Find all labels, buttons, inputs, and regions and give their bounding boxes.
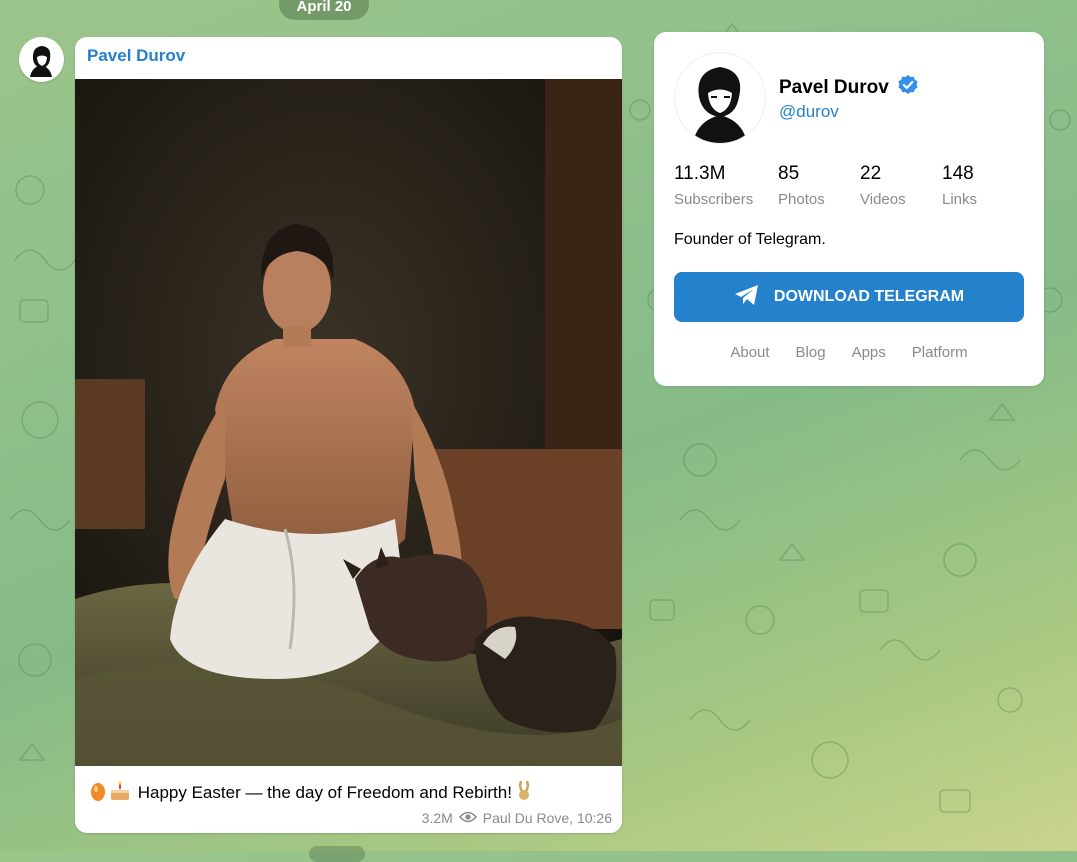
post-caption: Happy Easter — the day of Freedom and Re… [89, 779, 533, 806]
post-caption-text: Happy Easter — the day of Freedom and Re… [137, 783, 512, 802]
eye-icon [458, 810, 477, 826]
link-about[interactable]: About [730, 344, 769, 361]
channel-name-text: Pavel Durov [779, 77, 889, 98]
stat-label: Videos [860, 191, 906, 208]
stat-label: Photos [778, 191, 825, 208]
link-platform[interactable]: Platform [912, 344, 968, 361]
link-blog[interactable]: Blog [796, 344, 826, 361]
stat-photos[interactable]: 85 Photos [778, 163, 825, 208]
channel-username[interactable]: @durov [779, 102, 839, 122]
link-apps[interactable]: Apps [852, 344, 886, 361]
stat-number: 85 [778, 163, 800, 184]
footer-links: About Blog Apps Platform [654, 344, 1044, 361]
views-count: 3.2M [421, 810, 453, 826]
channel-title: Pavel Durov [779, 74, 919, 102]
stat-videos[interactable]: 22 Videos [860, 163, 906, 208]
verified-badge-icon [897, 74, 919, 102]
telegram-plane-icon [734, 284, 760, 311]
stat-number: 148 [942, 163, 974, 184]
date-separator-pill: April 20 [279, 0, 369, 20]
post-meta: 3.2M Paul Du Rove, 10:26 [422, 810, 612, 826]
stat-links[interactable]: 148 Links [942, 163, 977, 208]
download-telegram-button[interactable]: DOWNLOAD TELEGRAM [674, 272, 1024, 322]
channel-description: Founder of Telegram. [674, 231, 826, 248]
channel-profile-card: Pavel Durov @durov 11.3M Subscribers 85 … [654, 32, 1044, 386]
channel-post-bubble: Pavel Durov Happy Easter — the day of Fr… [75, 37, 622, 833]
message-author-avatar[interactable] [19, 37, 64, 82]
stat-number: 11.3M [674, 163, 726, 184]
stat-label: Subscribers [674, 191, 754, 208]
next-date-separator-pill [309, 846, 365, 862]
egg-icon [89, 781, 107, 806]
stat-subscribers: 11.3M Subscribers [674, 163, 753, 208]
download-button-label: DOWNLOAD TELEGRAM [773, 288, 965, 305]
post-author-name[interactable]: Pavel Durov [87, 46, 185, 66]
post-photo[interactable] [75, 79, 622, 766]
cake-icon [109, 781, 131, 806]
rabbit-icon [517, 779, 531, 806]
post-signature-time: Paul Du Rove, 10:26 [482, 810, 612, 826]
stat-number: 22 [860, 163, 882, 184]
channel-avatar[interactable] [674, 52, 766, 144]
stat-label: Links [942, 191, 978, 208]
